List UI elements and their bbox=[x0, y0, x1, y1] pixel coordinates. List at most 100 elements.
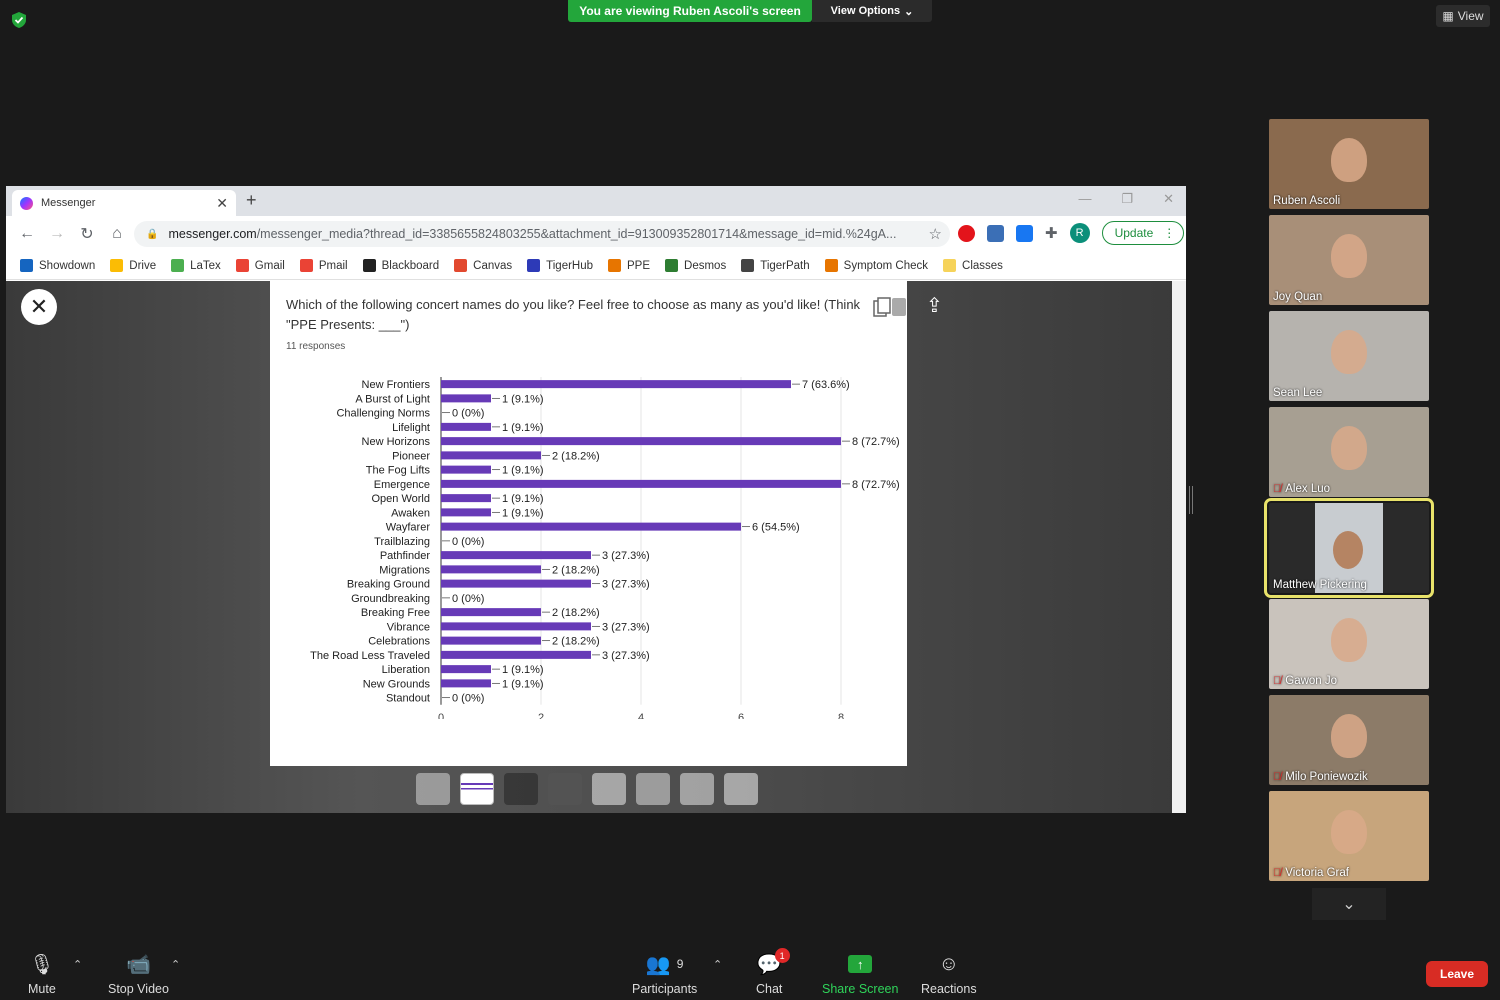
home-icon[interactable]: ⌂ bbox=[104, 221, 130, 247]
profile-avatar[interactable]: R bbox=[1069, 223, 1090, 243]
category-label: Migrations bbox=[379, 564, 430, 576]
participant-tile[interactable]: Matthew Pickering bbox=[1264, 498, 1434, 598]
scroll-down-participants-button[interactable]: ⌄ bbox=[1312, 888, 1386, 920]
participant-name-tag: Sean Lee bbox=[1273, 387, 1322, 399]
bookmark-label: Desmos bbox=[684, 259, 727, 272]
bookmark-item[interactable]: Symptom Check bbox=[824, 259, 929, 272]
thumbnail[interactable] bbox=[592, 773, 626, 805]
update-button[interactable]: Update ⋮ bbox=[1101, 221, 1185, 245]
data-label: 0 (0%) bbox=[452, 536, 484, 548]
bookmark-label: Showdown bbox=[39, 259, 96, 272]
category-label: Lifelight bbox=[392, 422, 430, 434]
thumbnail[interactable] bbox=[504, 773, 538, 805]
thumbnail[interactable] bbox=[680, 773, 714, 805]
bookmark-item[interactable]: Classes bbox=[943, 259, 1003, 272]
share-screen-button[interactable]: ↑ Share Screen bbox=[822, 952, 898, 996]
opera-extension-icon[interactable] bbox=[958, 224, 975, 242]
view-options-label: View Options bbox=[830, 5, 901, 17]
new-tab-icon[interactable]: + bbox=[246, 190, 257, 211]
participant-tile[interactable]: Joy Quan bbox=[1269, 215, 1429, 305]
thumbnail[interactable] bbox=[416, 773, 450, 805]
screencast-extension-icon[interactable] bbox=[987, 224, 1004, 242]
reload-icon[interactable]: ↻ bbox=[74, 221, 100, 247]
category-label: Emergence bbox=[374, 479, 430, 491]
bar-chart: 0 2 4 6 8 New Frontiers 7 (63.6%) A Burst of Li… bbox=[310, 377, 900, 719]
bookmark-item[interactable]: PPE bbox=[608, 259, 650, 272]
participant-tile[interactable]: 🎙̸ Victoria Graf bbox=[1269, 791, 1429, 881]
restore-icon[interactable]: ❐ bbox=[1121, 191, 1133, 207]
participant-tile[interactable]: Sean Lee bbox=[1269, 311, 1429, 401]
bookmark-favicon-icon bbox=[824, 259, 838, 272]
minimize-icon[interactable]: — bbox=[1078, 191, 1091, 207]
bar bbox=[441, 465, 491, 474]
bookmark-item[interactable]: LaTex bbox=[171, 259, 221, 272]
chat-label: Chat bbox=[756, 982, 783, 996]
participant-name: Sean Lee bbox=[1273, 387, 1323, 399]
view-button[interactable]: ▦ View bbox=[1436, 5, 1490, 27]
security-shield-icon[interactable] bbox=[10, 11, 28, 29]
participant-name: Matthew Pickering bbox=[1273, 579, 1367, 591]
bookmark-item[interactable]: Desmos bbox=[665, 259, 726, 272]
bookmark-label: Symptom Check bbox=[843, 259, 929, 272]
view-options-button[interactable]: View Options ⌄ bbox=[812, 0, 932, 22]
tab-messenger[interactable]: Messenger ✕ bbox=[12, 190, 236, 216]
reactions-button[interactable]: ☺ Reactions bbox=[921, 952, 977, 997]
category-label: Trailblazing bbox=[374, 536, 430, 548]
bookmark-item[interactable]: Drive bbox=[110, 259, 156, 272]
back-icon[interactable]: ← bbox=[14, 221, 40, 247]
update-label: Update bbox=[1114, 226, 1154, 240]
mute-label: Mute bbox=[28, 982, 56, 996]
data-label: 1 (9.1%) bbox=[502, 507, 544, 519]
forward-icon[interactable]: → bbox=[44, 221, 70, 247]
chat-button[interactable]: 💬 1 Chat bbox=[756, 948, 790, 996]
puzzle-extensions-icon[interactable]: ✚ bbox=[1045, 224, 1058, 242]
x-tick-label: 4 bbox=[638, 712, 644, 719]
stop-video-button[interactable]: 📹 Stop Video bbox=[108, 952, 169, 997]
bookmark-favicon-icon bbox=[527, 259, 541, 272]
x-tick-label: 2 bbox=[538, 712, 544, 719]
data-label: 2 (18.2%) bbox=[552, 636, 600, 648]
mic-muted-icon: 🎙̸ bbox=[1273, 867, 1282, 879]
participants-options-caret[interactable]: ⌃ bbox=[713, 958, 722, 971]
participant-tile[interactable]: 🎙̸ Gawon Jo bbox=[1269, 599, 1429, 689]
close-window-icon[interactable]: ✕ bbox=[1163, 191, 1174, 207]
panel-resize-handle[interactable] bbox=[1189, 486, 1193, 514]
copy-chart-icon[interactable] bbox=[872, 297, 908, 319]
participant-name: Gawon Jo bbox=[1285, 675, 1338, 687]
bookmark-item[interactable]: Pmail bbox=[299, 259, 348, 272]
bookmark-item[interactable]: Canvas bbox=[454, 259, 512, 272]
close-tab-icon[interactable]: ✕ bbox=[216, 195, 228, 212]
bookmark-favicon-icon bbox=[171, 259, 185, 272]
participant-video bbox=[1331, 426, 1367, 470]
participant-tile[interactable]: 🎙̸ Alex Luo bbox=[1269, 407, 1429, 497]
thumbnail[interactable] bbox=[724, 773, 758, 805]
bar bbox=[441, 508, 491, 517]
bookmark-item[interactable]: Showdown bbox=[20, 259, 95, 272]
bookmark-star-icon[interactable]: ☆ bbox=[929, 225, 942, 243]
bookmark-label: Canvas bbox=[473, 259, 513, 272]
kebab-menu-icon: ⋮ bbox=[1163, 226, 1176, 240]
thumbnail[interactable] bbox=[636, 773, 670, 805]
close-viewer-button[interactable]: ✕ bbox=[21, 289, 57, 325]
audio-options-caret[interactable]: ⌃ bbox=[73, 958, 82, 971]
facebook-extension-icon[interactable] bbox=[1016, 224, 1033, 242]
participants-button[interactable]: 👥 9 Participants bbox=[632, 952, 697, 997]
share-icon[interactable]: ⇪ bbox=[926, 293, 943, 318]
bookmark-item[interactable]: Blackboard bbox=[362, 259, 439, 272]
bookmark-item[interactable]: TigerHub bbox=[527, 259, 593, 272]
bookmark-item[interactable]: Gmail bbox=[235, 259, 285, 272]
video-options-caret[interactable]: ⌃ bbox=[171, 958, 180, 971]
x-tick-label: 0 bbox=[438, 712, 444, 719]
bookmark-item[interactable]: TigerPath bbox=[741, 259, 810, 272]
thumbnail[interactable] bbox=[548, 773, 582, 805]
participant-name-tag: 🎙̸ Gawon Jo bbox=[1273, 675, 1337, 687]
data-label: 8 (72.7%) bbox=[852, 479, 900, 491]
participant-tile[interactable]: Ruben Ascoli bbox=[1269, 119, 1429, 209]
participant-tile[interactable]: 🎙̸ Milo Poniewozik bbox=[1269, 695, 1429, 785]
mute-button[interactable]: 🎙 Mute bbox=[28, 952, 56, 997]
thumbnail-active[interactable] bbox=[460, 773, 494, 805]
address-bar[interactable]: 🔒 messenger.com /messenger_media?thread_… bbox=[134, 221, 950, 247]
category-label: Pathfinder bbox=[380, 550, 430, 562]
leave-button[interactable]: Leave bbox=[1426, 961, 1488, 987]
scrollbar[interactable] bbox=[1172, 281, 1186, 813]
